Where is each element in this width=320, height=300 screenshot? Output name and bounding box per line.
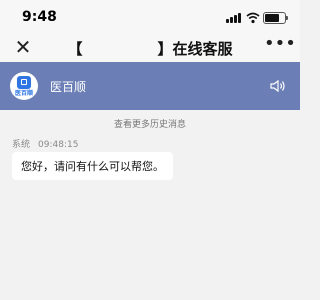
speaker-icon[interactable] xyxy=(270,79,286,93)
brand-logo: 医百顺 xyxy=(10,72,38,100)
status-bar: 9:48 xyxy=(0,0,300,34)
load-history-link[interactable]: 查看更多历史消息 xyxy=(0,117,300,130)
signal-icon xyxy=(226,12,242,23)
message-time: 09:48:15 xyxy=(38,140,79,150)
message-sender: 系统 xyxy=(12,140,31,150)
brand-name: 医百顺 xyxy=(50,80,87,94)
page-title: 【 】在线客服 xyxy=(67,40,233,58)
nav-bar: ✕ 【 】在线客服 ••• xyxy=(0,34,300,62)
more-icon[interactable]: ••• xyxy=(264,35,296,58)
wifi-icon xyxy=(246,12,260,24)
status-time: 9:48 xyxy=(22,9,57,25)
battery-icon xyxy=(263,12,288,24)
logo-text: 医百顺 xyxy=(14,90,33,97)
close-icon[interactable]: ✕ xyxy=(12,36,34,58)
message-bubble: 您好，请问有什么可以帮您。 xyxy=(12,152,173,180)
message-meta: 系统 09:48:15 xyxy=(12,137,78,150)
service-banner: 医百顺 医百顺 xyxy=(0,62,300,110)
